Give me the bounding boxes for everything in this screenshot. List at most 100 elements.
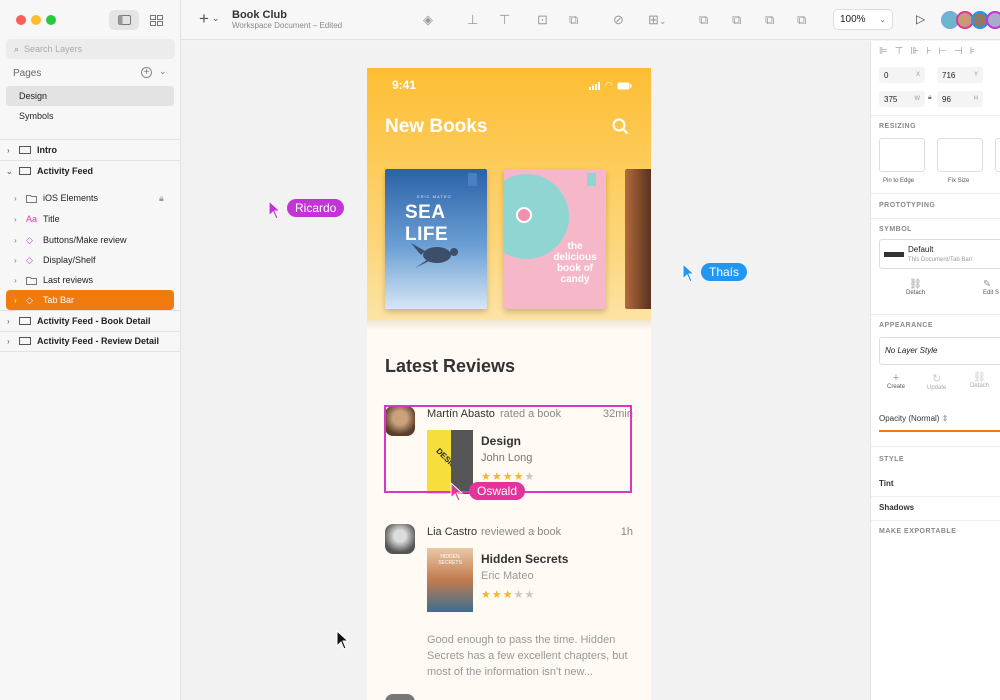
update-style-button[interactable]: ↻ Update bbox=[927, 372, 946, 391]
detach-icon: ⛓︎ bbox=[909, 279, 922, 290]
zoom-select[interactable]: 100% ⌄ bbox=[833, 9, 893, 30]
minimize-window-button[interactable] bbox=[31, 15, 41, 25]
width-field[interactable]: 375 W bbox=[879, 91, 925, 107]
shadows-row[interactable]: Shadows bbox=[879, 503, 914, 512]
status-time: 9:41 bbox=[392, 78, 417, 92]
plus-icon: + bbox=[892, 372, 900, 384]
layer-ios-elements[interactable]: › iOS Elements 🔒︎ bbox=[0, 188, 181, 208]
add-page-icon[interactable]: + bbox=[141, 67, 152, 78]
book-cover-partial[interactable] bbox=[625, 169, 651, 309]
align-top-icon[interactable]: ⊤ bbox=[499, 12, 510, 28]
tint-row[interactable]: Tint bbox=[879, 479, 894, 488]
hero-section: 9:41 ◠ New Books ERIC MATEO SEA LIFE the… bbox=[367, 68, 651, 320]
page-symbols[interactable]: Symbols bbox=[6, 106, 174, 126]
union-icon[interactable]: ⧉ bbox=[699, 12, 708, 28]
search-placeholder: Search Layers bbox=[24, 44, 83, 54]
layer-label: Last reviews bbox=[43, 275, 94, 285]
flatten-icon[interactable]: ⧉ bbox=[569, 12, 578, 28]
layer-tab-bar[interactable]: › ◇ Tab Bar bbox=[6, 290, 174, 310]
book-title: Hidden Secrets bbox=[481, 552, 569, 566]
pages-header: Pages bbox=[13, 68, 42, 79]
lock-icon[interactable]: 🔒︎ bbox=[159, 193, 164, 204]
document-title: Book Club bbox=[232, 9, 287, 21]
page-design[interactable]: Design bbox=[6, 86, 174, 106]
symbol-icon: ◇ bbox=[26, 254, 33, 265]
height-field[interactable]: 96 H bbox=[937, 91, 983, 107]
detach-button[interactable]: ⛓︎ Detach bbox=[906, 279, 925, 296]
collaborator-tag-thais: Thaís bbox=[701, 263, 748, 281]
create-style-button[interactable]: + Create bbox=[887, 372, 905, 390]
collapse-pages-icon[interactable]: ⌄ bbox=[159, 66, 167, 77]
y-field[interactable]: 716 Y bbox=[937, 67, 983, 83]
text-layer-icon: Aa bbox=[26, 214, 38, 224]
components-view-button[interactable] bbox=[141, 10, 171, 30]
layer-label: iOS Elements bbox=[43, 193, 99, 203]
create-symbol-icon[interactable]: ◈ bbox=[423, 12, 433, 28]
close-window-button[interactable] bbox=[16, 15, 26, 25]
layer-activity-feed[interactable]: ⌄ Activity Feed bbox=[0, 161, 181, 181]
align-bottom-icon[interactable]: ⊥ bbox=[467, 12, 478, 28]
fix-size-control[interactable] bbox=[937, 138, 983, 172]
make-exportable-header[interactable]: MAKE EXPORTABLE bbox=[879, 528, 956, 535]
book-thumb[interactable]: HIDDEN SECRETS bbox=[427, 548, 473, 612]
review-action: reviewed a book bbox=[481, 526, 562, 538]
cursor-pointer-icon bbox=[682, 263, 696, 283]
document-subtitle: Workspace Document – Edited bbox=[232, 21, 343, 30]
layers-view-button[interactable] bbox=[109, 10, 139, 30]
shelf-shadow bbox=[367, 320, 651, 330]
layer-activity-feed-book-detail[interactable]: › Activity Feed - Book Detail bbox=[0, 311, 181, 331]
collaborator-avatars[interactable]: 9 bbox=[941, 11, 1000, 29]
pin-to-edge-control[interactable] bbox=[879, 138, 925, 172]
layer-display-shelf[interactable]: › ◇ Display/Shelf bbox=[0, 250, 181, 270]
x-field[interactable]: 0X bbox=[879, 67, 925, 83]
intersect-icon[interactable]: ⧉ bbox=[765, 12, 774, 28]
lock-ratio-icon[interactable]: 🔒︎ bbox=[928, 94, 932, 102]
subtract-icon[interactable]: ⧉ bbox=[732, 12, 741, 28]
layer-last-reviews[interactable]: › Last reviews bbox=[0, 270, 181, 290]
scale-icon[interactable]: ⊡ bbox=[537, 12, 548, 28]
rating-stars: ★★★★★ bbox=[481, 589, 536, 601]
search-icon[interactable] bbox=[612, 118, 629, 135]
layers-sidebar: ⌕ Search Layers Pages + ⌄ Design Symbols… bbox=[0, 0, 181, 700]
inspector-panel: ⊫⊤⊪⊦⊢⊣⊧ 0X 716 Y 375 W 🔒︎ 96 H RESIZING Pin… bbox=[870, 41, 1000, 700]
mask-icon[interactable]: ⊘ bbox=[613, 12, 624, 28]
insert-button[interactable]: + ⌄ bbox=[199, 9, 219, 29]
layer-activity-feed-review-detail[interactable]: › Activity Feed - Review Detail bbox=[0, 331, 181, 351]
review-user[interactable]: Lia Castro bbox=[427, 526, 477, 538]
search-layers-field[interactable]: ⌕ Search Layers bbox=[6, 39, 175, 59]
review-item[interactable]: Lia Castro reviewed a book 1h HIDDEN SEC… bbox=[385, 524, 635, 678]
chevron-right-icon: › bbox=[7, 336, 10, 346]
zoom-window-button[interactable] bbox=[46, 15, 56, 25]
layer-label: Display/Shelf bbox=[43, 255, 96, 265]
extra-resize-control[interactable] bbox=[995, 138, 1000, 172]
x-value: 0 bbox=[884, 70, 889, 80]
detach-icon: ⛓︎ bbox=[973, 372, 986, 383]
play-icon[interactable]: ▷ bbox=[916, 12, 925, 26]
difference-icon[interactable]: ⧉ bbox=[797, 12, 806, 28]
book-cover-sea-life[interactable]: ERIC MATEO SEA LIFE bbox=[385, 169, 487, 309]
chevron-right-icon: › bbox=[7, 145, 10, 155]
height-label: H bbox=[973, 96, 978, 102]
layer-intro[interactable]: › Intro bbox=[0, 140, 181, 160]
folder-icon bbox=[26, 277, 37, 285]
opacity-selector[interactable]: Opacity (Normal) ⇕ bbox=[879, 414, 948, 423]
book-author: Eric Mateo bbox=[481, 570, 534, 582]
artboard-activity-feed[interactable]: 9:41 ◠ New Books ERIC MATEO SEA LIFE the… bbox=[367, 68, 651, 700]
section-title: Latest Reviews bbox=[385, 356, 516, 376]
book-cover-candy[interactable]: the delicious book of candy bbox=[504, 169, 606, 309]
edit-symbol-button[interactable]: ✎ Edit S bbox=[983, 279, 999, 296]
alignment-row[interactable]: ⊫⊤⊪⊦⊢⊣⊧ bbox=[879, 46, 982, 57]
layer-style-selector[interactable]: No Layer Style bbox=[879, 337, 1000, 365]
layer-buttons-make-review[interactable]: › ◇ Buttons/Make review bbox=[0, 230, 181, 250]
layer-title[interactable]: › Aa Title bbox=[0, 209, 181, 229]
y-label: Y bbox=[973, 72, 978, 78]
detach-style-button[interactable]: ⛓︎ Detach bbox=[970, 372, 989, 389]
opacity-slider[interactable] bbox=[879, 430, 1000, 432]
symbol-icon: ◇ bbox=[26, 294, 33, 305]
artboard-icon bbox=[19, 337, 31, 345]
width-label: W bbox=[914, 96, 920, 102]
resize-icon[interactable]: ⊞⌄ bbox=[648, 12, 666, 28]
chevron-right-icon: › bbox=[14, 255, 17, 265]
symbol-selector[interactable]: Default This Document/Tab Bar/ bbox=[879, 239, 1000, 269]
collaborator-tag-ricardo: Ricardo bbox=[287, 199, 345, 217]
